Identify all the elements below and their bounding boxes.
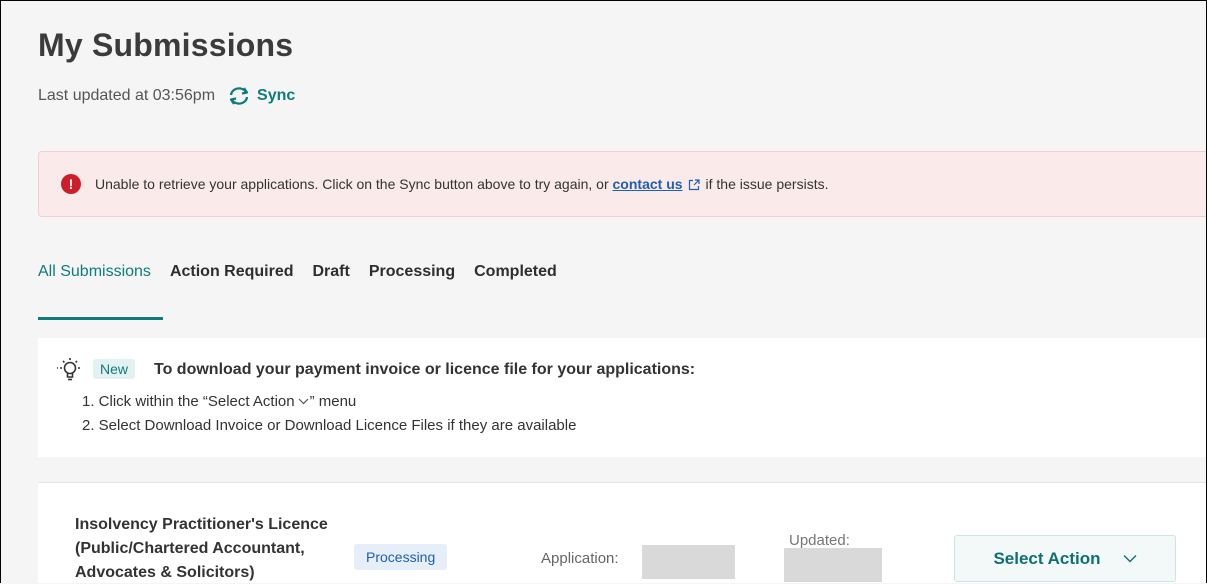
- updated-label: Updated:: [789, 532, 850, 549]
- tab-draft[interactable]: Draft: [313, 263, 350, 281]
- download-info-card: New To download your payment invoice or …: [38, 338, 1206, 457]
- application-name: Insolvency Practitioner's Licence (Publi…: [75, 513, 365, 583]
- new-badge: New: [93, 359, 136, 379]
- alert-text-before: Unable to retrieve your applications. Cl…: [95, 176, 609, 192]
- sync-icon: [229, 87, 249, 105]
- application-card: Insolvency Practitioner's Licence (Publi…: [38, 482, 1206, 583]
- sync-button[interactable]: Sync: [227, 86, 295, 106]
- submissions-page: My Submissions Last updated at 03:56pm S…: [0, 0, 1207, 583]
- tab-action-required[interactable]: Action Required: [170, 263, 294, 281]
- last-updated-row: Last updated at 03:56pm Sync: [38, 86, 295, 106]
- alert-message: Unable to retrieve your applications. Cl…: [95, 176, 828, 192]
- sync-label: Sync: [257, 87, 296, 104]
- error-alert: ! Unable to retrieve your applications. …: [38, 151, 1206, 217]
- application-name-line: (Public/Chartered Accountant,: [75, 540, 305, 557]
- info-title: To download your payment invoice or lice…: [154, 361, 696, 378]
- info-step-1: 1. Click within the “Select Action ” menu: [82, 393, 356, 410]
- last-updated-text: Last updated at 03:56pm: [38, 87, 216, 104]
- application-name-line: Insolvency Practitioner's Licence: [75, 516, 328, 533]
- select-action-button[interactable]: Select Action: [954, 535, 1176, 582]
- active-tab-indicator: [38, 317, 163, 320]
- alert-text-after: if the issue persists.: [705, 176, 829, 192]
- tab-completed[interactable]: Completed: [474, 263, 557, 281]
- chevron-down-icon: [298, 398, 309, 405]
- application-label: Application:: [541, 550, 619, 567]
- error-icon: !: [61, 174, 81, 194]
- application-name-line: Advocates & Solicitors): [75, 564, 255, 581]
- info-step-1-after: ” menu: [309, 393, 357, 410]
- redacted-application-number: [642, 545, 735, 579]
- submission-tabs: All Submissions Action Required Draft Pr…: [38, 263, 576, 281]
- contact-us-link[interactable]: contact us: [613, 176, 683, 192]
- select-action-label: Select Action: [993, 548, 1101, 568]
- external-link-icon: [688, 179, 700, 191]
- info-step-1-before: 1. Click within the “Select Action: [82, 393, 295, 410]
- page-title: My Submissions: [38, 27, 294, 63]
- info-step-2: 2. Select Download Invoice or Download L…: [82, 417, 577, 434]
- tab-all-submissions[interactable]: All Submissions: [38, 263, 151, 281]
- tab-processing[interactable]: Processing: [369, 263, 455, 281]
- chevron-down-icon: [1123, 555, 1137, 563]
- redacted-updated-date: [784, 548, 882, 582]
- status-badge: Processing: [354, 544, 448, 570]
- lightbulb-icon: [57, 358, 80, 381]
